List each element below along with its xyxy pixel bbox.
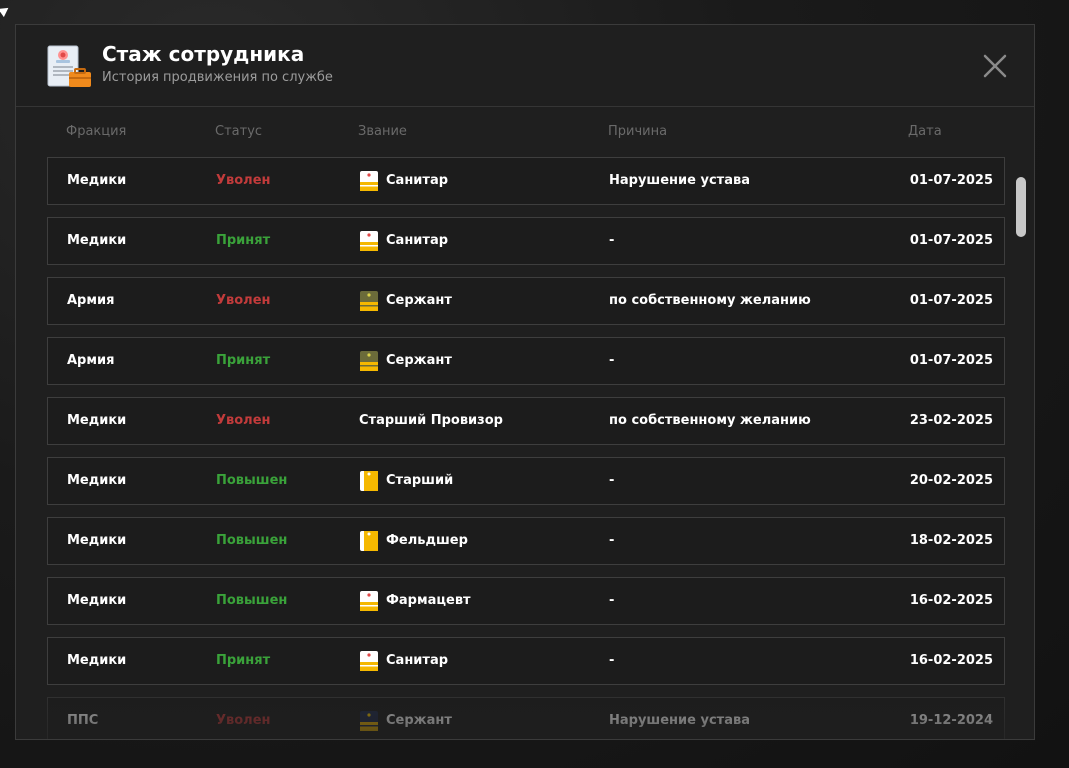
history-list[interactable]: Медики Уволен Санитар Нарушение устава 01-07… (47, 157, 1005, 739)
row-date: 18-02-2025 (909, 533, 993, 548)
rank-insignia-icon (359, 350, 379, 372)
rank-insignia-icon (359, 290, 379, 312)
row-status: Принят (216, 653, 271, 668)
row-reason: - (609, 593, 615, 608)
table-row[interactable]: Медики Принят Санитар - 01-07-2025 (47, 217, 1005, 265)
row-rank: Сержант (359, 698, 452, 739)
row-date: 01-07-2025 (909, 293, 993, 308)
row-status: Уволен (216, 293, 271, 308)
row-date: 01-07-2025 (909, 353, 993, 368)
row-reason: - (609, 353, 615, 368)
rank-insignia-icon (359, 710, 379, 732)
row-date: 16-02-2025 (909, 593, 993, 608)
row-rank: Старший (359, 458, 453, 504)
row-reason: Нарушение устава (609, 173, 750, 188)
rank-insignia-icon (359, 590, 379, 612)
row-status: Уволен (216, 173, 271, 188)
row-fraction: Армия (67, 293, 115, 308)
rank-insignia-icon (359, 650, 379, 672)
table-row[interactable]: ППС Уволен Сержант Нарушение устава 19-12-20… (47, 697, 1005, 739)
row-rank-label: Санитар (386, 233, 449, 248)
row-fraction: Медики (67, 473, 127, 488)
row-status: Принят (216, 353, 271, 368)
row-rank-label: Старший (386, 473, 454, 488)
table-row[interactable]: Медики Принят Санитар - 16-02-2025 (47, 637, 1005, 685)
row-fraction: Армия (67, 353, 115, 368)
row-date: 20-02-2025 (909, 473, 993, 488)
scrollbar-thumb[interactable] (1016, 177, 1026, 237)
page-title: Стаж сотрудника (102, 42, 305, 66)
row-fraction: ППС (67, 713, 99, 728)
row-reason: - (609, 473, 615, 488)
row-rank-label: Фармацевт (386, 593, 471, 608)
service-history-window: Стаж сотрудника История продвижения по с… (15, 24, 1035, 740)
row-fraction: Медики (67, 593, 127, 608)
row-fraction: Медики (67, 653, 127, 668)
table-row[interactable]: Медики Повышен Фармацевт - 16-02-2025 (47, 577, 1005, 625)
row-reason: - (609, 533, 615, 548)
row-reason: по собственному желанию (609, 293, 811, 308)
close-button[interactable] (982, 53, 1008, 79)
row-fraction: Медики (67, 533, 127, 548)
row-rank: Санитар (359, 638, 448, 684)
row-status: Повышен (216, 533, 288, 548)
table-row[interactable]: Медики Повышен Фельдшер - 18-02-2025 (47, 517, 1005, 565)
row-rank-label: Сержант (386, 713, 452, 728)
window-header: Стаж сотрудника История продвижения по с… (16, 25, 1034, 107)
row-reason: Нарушение устава (609, 713, 750, 728)
page-subtitle: История продвижения по службе (102, 70, 333, 85)
row-status: Уволен (216, 713, 271, 728)
row-fraction: Медики (67, 233, 127, 248)
table-row[interactable]: Медики Уволен Старший Провизор по собственн… (47, 397, 1005, 445)
row-reason: - (609, 233, 615, 248)
close-icon (983, 54, 1007, 78)
table-row[interactable]: Армия Уволен Сержант по собственному желани… (47, 277, 1005, 325)
row-status: Уволен (216, 413, 271, 428)
row-rank: Фармацевт (359, 578, 471, 624)
rank-insignia-icon (359, 170, 379, 192)
row-status: Повышен (216, 593, 288, 608)
row-rank-label: Фельдшер (386, 533, 468, 548)
row-rank: Санитар (359, 158, 448, 204)
row-date: 16-02-2025 (909, 653, 993, 668)
row-rank-label: Сержант (386, 293, 452, 308)
row-status: Принят (216, 233, 271, 248)
row-date: 01-07-2025 (909, 233, 993, 248)
table-header: Фракция Статус Звание Причина Дата (16, 106, 1034, 156)
row-fraction: Медики (67, 413, 127, 428)
row-rank: Санитар (359, 218, 448, 264)
certificate-briefcase-icon (46, 44, 92, 90)
row-date: 23-02-2025 (909, 413, 993, 428)
row-rank: Сержант (359, 338, 452, 384)
rank-insignia-icon (359, 530, 379, 552)
row-rank: Сержант (359, 278, 452, 324)
table-row[interactable]: Медики Уволен Санитар Нарушение устава 01-07… (47, 157, 1005, 205)
row-rank-label: Санитар (386, 653, 449, 668)
row-rank-label: Старший Провизор (359, 413, 503, 428)
table-row[interactable]: Медики Повышен Старший - 20-02-2025 (47, 457, 1005, 505)
column-header-rank: Звание (358, 124, 407, 139)
rank-insignia-icon (359, 230, 379, 252)
row-date: 01-07-2025 (909, 173, 993, 188)
column-header-reason: Причина (608, 124, 668, 139)
rank-insignia-icon (359, 470, 379, 492)
row-fraction: Медики (67, 173, 127, 188)
column-header-date: Дата (908, 124, 942, 139)
row-reason: - (609, 653, 615, 668)
row-rank: Старший Провизор (359, 398, 503, 444)
table-row[interactable]: Армия Принят Сержант - 01-07-2025 (47, 337, 1005, 385)
row-rank-label: Сержант (386, 353, 452, 368)
row-rank: Фельдшер (359, 518, 468, 564)
row-status: Повышен (216, 473, 288, 488)
row-reason: по собственному желанию (609, 413, 811, 428)
column-header-fraction: Фракция (66, 124, 127, 139)
row-rank-label: Санитар (386, 173, 449, 188)
row-date: 19-12-2024 (909, 713, 993, 728)
column-header-status: Статус (215, 124, 263, 139)
